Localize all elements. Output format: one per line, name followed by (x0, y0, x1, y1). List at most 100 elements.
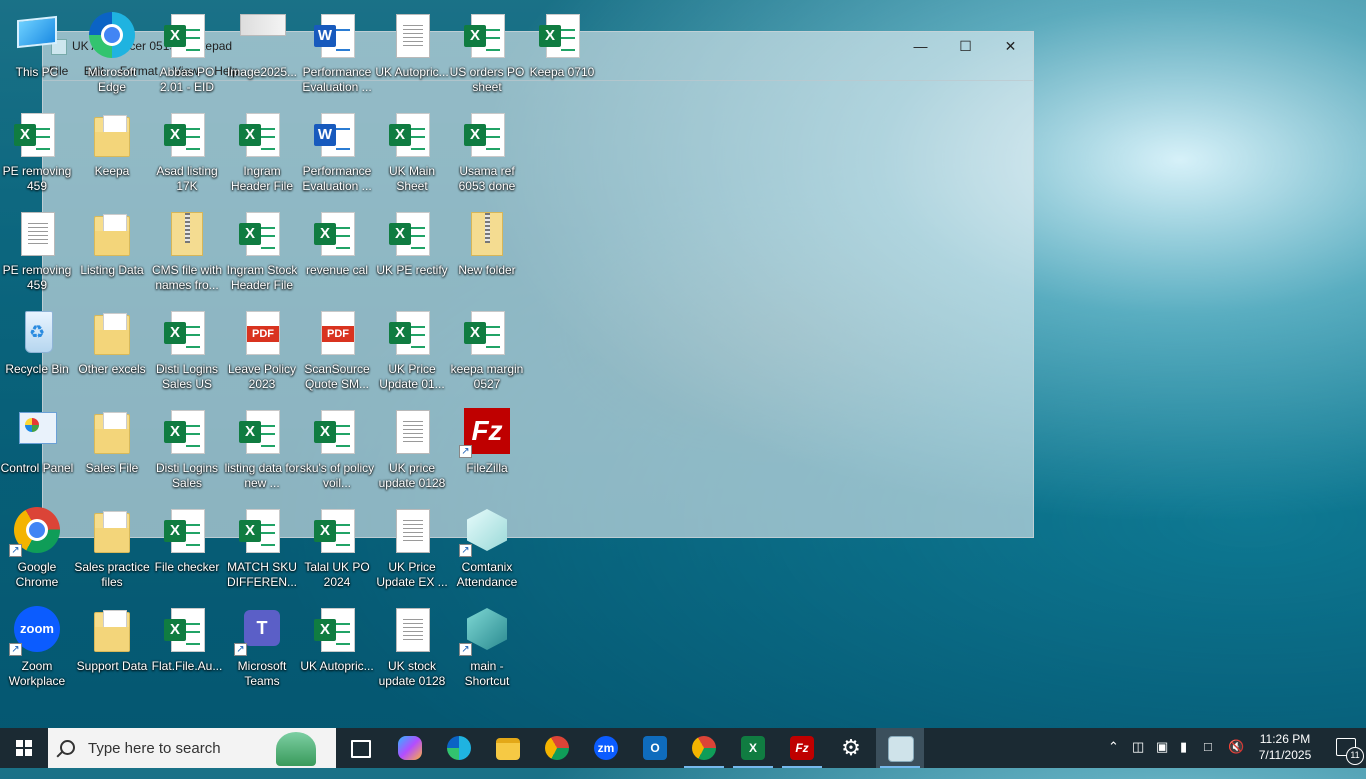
taskbar-filezilla[interactable]: Fz (778, 728, 826, 768)
file-explorer-icon (496, 738, 520, 760)
chrome-profile-icon (692, 736, 716, 760)
excel-file-icon: X (164, 113, 205, 157)
start-button[interactable] (0, 728, 48, 768)
taskbar-edge[interactable] (435, 728, 483, 768)
taskbar-search-box[interactable]: Type here to search (48, 728, 336, 768)
task-view-button[interactable] (336, 728, 384, 768)
desktop-icon-other-excels[interactable]: Other excels (75, 303, 149, 399)
desktop-icon-new-folder[interactable]: New folder (450, 204, 524, 300)
desktop-icon-abbas-po[interactable]: X Abbas PO 2.01 - EID (150, 6, 224, 102)
desktop-icon-sales-file[interactable]: Sales File (75, 402, 149, 498)
icon-label: Sales File (85, 461, 139, 475)
clock-date: 7/11/2025 (1258, 748, 1312, 762)
taskbar-outlook[interactable]: O (631, 728, 679, 768)
icon-label: Disti Logins Sales (155, 461, 219, 490)
desktop-icon-skus-policy[interactable]: X sku's of policy voil... (300, 402, 374, 498)
desktop-icon-uk-main-sheet[interactable]: X UK Main Sheet (375, 105, 449, 201)
taskbar-excel[interactable]: X (729, 728, 777, 768)
desktop-icon-main-shortcut[interactable]: ↗ main - Shortcut (450, 600, 524, 696)
desktop-icon-filezilla[interactable]: Fz ↗ FileZilla (450, 402, 524, 498)
close-button[interactable]: ✕ (988, 32, 1033, 61)
excel-file-icon: X (314, 212, 355, 256)
taskbar-chrome-profile[interactable] (680, 728, 728, 768)
desktop-icon-google-chrome[interactable]: ↗ Google Chrome (0, 501, 74, 597)
desktop-icon-pe-removing-xlsx[interactable]: X PE removing 459 (0, 105, 74, 201)
desktop-icon-ingram-stock-header[interactable]: X Ingram Stock Header File (225, 204, 299, 300)
icon-label: Comtanix Attendance (456, 560, 518, 589)
copilot-icon (398, 736, 422, 760)
taskbar-notepad[interactable] (876, 728, 924, 768)
desktop-icon-support-data[interactable]: Support Data (75, 600, 149, 696)
desktop-icon-pe-removing-txt[interactable]: PE removing 459 (0, 204, 74, 300)
minimize-button[interactable]: — (898, 32, 943, 61)
volume-muted-icon[interactable]: 🔇 (1228, 739, 1244, 779)
desktop-icon-listing-data[interactable]: Listing Data (75, 204, 149, 300)
desktop-icon-cms-file[interactable]: CMS file with names fro... (150, 204, 224, 300)
desktop-icon-asad-listing[interactable]: X Asad listing 17K (150, 105, 224, 201)
desktop-icon-uk-price-update-ex[interactable]: UK Price Update EX ... (375, 501, 449, 597)
maximize-button[interactable]: ☐ (943, 32, 988, 61)
desktop-icon-keepa-margin[interactable]: X keepa margin 0527 (450, 303, 524, 399)
desktop-icon-recycle-bin[interactable]: Recycle Bin (0, 303, 74, 399)
desktop-icon-uk-pe-rectify[interactable]: X UK PE rectify (375, 204, 449, 300)
desktop-icon-uk-autopric-xlsx[interactable]: X UK Autopric... (300, 600, 374, 696)
desktop-icon-uk-stock-update[interactable]: UK stock update 0128 (375, 600, 449, 696)
icon-label: UK Price Update 01... (379, 362, 445, 391)
icon-label: Other excels (78, 362, 146, 376)
desktop-icon-listing-data-new[interactable]: X listing data for new ... (225, 402, 299, 498)
desktop-icon-uk-autopric-txt[interactable]: UK Autopric... (375, 6, 449, 102)
desktop-icon-us-orders-po[interactable]: X US orders PO sheet (450, 6, 524, 102)
desktop-icon-talal-uk-po[interactable]: X Talal UK PO 2024 (300, 501, 374, 597)
desktop-icon-control-panel[interactable]: Control Panel (0, 402, 74, 498)
desktop-icon-comtanix[interactable]: ↗ Comtanix Attendance (450, 501, 524, 597)
excel-file-icon: X (239, 113, 280, 157)
taskbar-chrome[interactable] (533, 728, 581, 768)
desktop-icon-match-sku[interactable]: X MATCH SKU DIFFEREN... (225, 501, 299, 597)
desktop-icon-scansource[interactable]: PDF ScanSource Quote SM... (300, 303, 374, 399)
clock[interactable]: 11:26 PM 7/11/2025 (1250, 731, 1320, 763)
desktop-icon-flat-file[interactable]: X Flat.File.Au... (150, 600, 224, 696)
desktop-icon-disti-logins-sales[interactable]: X Disti Logins Sales (150, 402, 224, 498)
taskbar-copilot[interactable] (386, 728, 434, 768)
desktop-icon-file-checker[interactable]: X File checker (150, 501, 224, 597)
desktop-icon-revenue-cal[interactable]: X revenue cal (300, 204, 374, 300)
taskbar-zoom[interactable]: zm (582, 728, 630, 768)
desktop-icon-ingram-header[interactable]: X Ingram Header File (225, 105, 299, 201)
text-file-icon (396, 14, 430, 58)
taskbar-settings[interactable]: ⚙ (827, 728, 875, 768)
icon-label: ScanSource Quote SM... (304, 362, 370, 391)
screen-icon[interactable]: ▣ (1156, 739, 1168, 779)
desktop-icon-zoom-workplace[interactable]: zoom ↗ Zoom Workplace (0, 600, 74, 696)
icon-label: UK Autopric... (375, 65, 449, 79)
desktop-icon-ms-teams[interactable]: T ↗ Microsoft Teams (225, 600, 299, 696)
desktop-icon-leave-policy[interactable]: PDF Leave Policy 2023 (225, 303, 299, 399)
icon-label: revenue cal (305, 263, 369, 277)
excel-file-icon: X (164, 608, 205, 652)
text-file-icon (396, 509, 430, 553)
desktop-icon-uk-price-update-0128[interactable]: UK price update 0128 (375, 402, 449, 498)
icon-label: Keepa (94, 164, 130, 178)
network-icon[interactable]: □ (1204, 739, 1212, 779)
desktop-icon-perf-eval-2[interactable]: W Performance Evaluation ... (300, 105, 374, 201)
show-hidden-icons-chevron-icon[interactable]: ⌃ (1108, 739, 1119, 779)
icon-label: UK stock update 0128 (378, 659, 446, 688)
desktop-icon-image2025[interactable]: Image2025... (225, 6, 299, 102)
desktop-icon-usama-ref[interactable]: X Usama ref 6053 done (450, 105, 524, 201)
desktop-icon-perf-eval-1[interactable]: W Performance Evaluation ... (300, 6, 374, 102)
desktop-icon-this-pc[interactable]: This PC (0, 6, 74, 102)
taskbar-file-explorer[interactable] (484, 728, 532, 768)
desktop-icon-disti-logins-us[interactable]: X Disti Logins Sales US (150, 303, 224, 399)
desktop-icon-uk-price-update-01[interactable]: X UK Price Update 01... (375, 303, 449, 399)
desktop-icon-keepa-folder[interactable]: Keepa (75, 105, 149, 201)
computer-icon (17, 15, 57, 49)
folder-icon (94, 511, 130, 553)
desktop-icon-keepa-0710[interactable]: X Keepa 0710 (525, 6, 599, 102)
desktop-icon-edge[interactable]: Microsoft Edge (75, 6, 149, 102)
excel-file-icon: X (164, 311, 205, 355)
excel-file-icon: X (14, 113, 55, 157)
desktop-icon-sales-practice[interactable]: Sales practice files (74, 501, 150, 597)
battery-icon[interactable]: ▮ (1180, 739, 1187, 779)
image-file-icon (240, 14, 286, 36)
folder-icon (94, 214, 130, 256)
meet-now-icon[interactable]: ◫ (1132, 739, 1144, 779)
